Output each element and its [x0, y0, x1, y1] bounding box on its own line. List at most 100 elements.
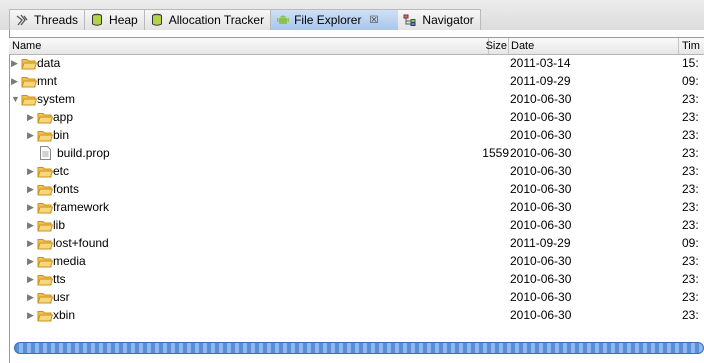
item-name: usr	[53, 290, 70, 304]
android-icon	[276, 13, 290, 27]
item-name: lib	[53, 218, 66, 232]
column-date-header[interactable]: Date	[511, 40, 534, 52]
item-date: 2010-06-30	[510, 92, 572, 106]
tab-navigator[interactable]: Navigator	[398, 10, 481, 30]
file-tree: ▶ data 2011-03-14 15: ▶ mnt 2011-09-29 09: ▼ syst…	[9, 54, 704, 324]
expand-arrow-icon[interactable]: ▶	[11, 54, 18, 72]
item-name: bin	[53, 128, 70, 142]
item-name: tts	[53, 272, 66, 286]
item-time: 23:	[682, 218, 699, 232]
item-date: 2010-06-30	[510, 200, 572, 214]
item-time: 23:	[682, 272, 699, 286]
expand-arrow-icon[interactable]: ▶	[27, 234, 34, 252]
item-name: lost+found	[53, 236, 109, 250]
expand-arrow-icon[interactable]: ▶	[27, 270, 34, 288]
tree-row[interactable]: ▶ etc 2010-06-30 23:	[9, 162, 704, 180]
tree-row[interactable]: ▶ usr 2010-06-30 23:	[9, 288, 704, 306]
item-time: 23:	[682, 110, 699, 124]
column-size-header[interactable]: Size	[484, 40, 507, 52]
item-time: 23:	[682, 164, 699, 178]
threads-icon	[15, 13, 29, 27]
item-name: app	[53, 110, 74, 124]
item-time: 23:	[682, 254, 699, 268]
column-separator[interactable]	[678, 38, 679, 54]
tab-label: File Explorer	[294, 13, 362, 27]
tree-row[interactable]: ▶ lib 2010-06-30 23:	[9, 216, 704, 234]
expand-arrow-icon[interactable]: ▶	[27, 108, 34, 126]
tree-row[interactable]: ▶ tts 2010-06-30 23:	[9, 270, 704, 288]
tree-row[interactable]: ▶ framework 2010-06-30 23:	[9, 198, 704, 216]
expand-arrow-icon[interactable]: ▶	[27, 306, 34, 324]
item-time: 23:	[682, 146, 699, 160]
item-date: 2010-06-30	[510, 128, 572, 142]
item-date: 2011-09-29	[510, 74, 571, 88]
item-name: xbin	[53, 308, 76, 322]
item-name: fonts	[53, 182, 80, 196]
tab-bar: Threads Heap Allocation Tracker File Explor…	[0, 0, 704, 30]
tree-row[interactable]: ▶ mnt 2011-09-29 09:	[9, 72, 704, 90]
expand-arrow-icon[interactable]: ▶	[27, 162, 34, 180]
item-date: 2010-06-30	[510, 308, 572, 322]
horizontal-scrollbar[interactable]	[14, 342, 704, 354]
item-time: 23:	[682, 128, 699, 142]
heap-icon	[90, 13, 104, 27]
tab-label: Navigator	[422, 13, 474, 27]
tree-row[interactable]: ▶ fonts 2010-06-30 23:	[9, 180, 704, 198]
item-time: 23:	[682, 182, 699, 196]
tree-row[interactable]: build.prop 1559 2010-06-30 23:	[9, 144, 704, 162]
column-header: Name Size Date Tim	[9, 37, 704, 55]
tab-allocation-tracker[interactable]: Allocation Tracker	[144, 10, 272, 30]
folder-icon	[37, 309, 54, 327]
collapse-arrow-icon[interactable]: ▼	[11, 90, 20, 108]
item-name: mnt	[37, 74, 58, 88]
tree-row[interactable]: ▶ xbin 2010-06-30 23:	[9, 306, 704, 324]
tab-label: Heap	[109, 13, 138, 27]
item-name: media	[53, 254, 86, 268]
expand-arrow-icon[interactable]: ▶	[27, 288, 34, 306]
item-date: 2010-06-30	[510, 272, 572, 286]
tab-label: Threads	[34, 13, 79, 27]
expand-arrow-icon[interactable]: ▶	[27, 198, 34, 216]
item-date: 2010-06-30	[510, 290, 572, 304]
item-name: build.prop	[57, 146, 110, 160]
tree-row[interactable]: ▶ data 2011-03-14 15:	[9, 54, 704, 72]
item-name: data	[37, 56, 61, 70]
item-time: 23:	[682, 92, 699, 106]
item-time: 15:	[682, 56, 699, 70]
tab-file-explorer[interactable]: File Explorer ☒	[271, 10, 399, 30]
expand-arrow-icon[interactable]: ▶	[27, 216, 34, 234]
item-name: framework	[53, 200, 110, 214]
column-time-header[interactable]: Tim	[682, 40, 700, 52]
item-time: 09:	[682, 236, 699, 250]
expand-arrow-icon[interactable]: ▶	[27, 180, 34, 198]
item-time: 23:	[682, 308, 699, 322]
item-date: 2010-06-30	[510, 146, 572, 160]
item-name: system	[37, 92, 76, 106]
expand-arrow-icon[interactable]: ▶	[27, 126, 34, 144]
allocation-icon	[150, 13, 164, 27]
item-date: 2010-06-30	[510, 110, 572, 124]
item-time: 09:	[682, 74, 699, 88]
tab-heap[interactable]: Heap	[85, 10, 145, 30]
item-time: 23:	[682, 200, 699, 214]
navigator-icon	[403, 13, 417, 27]
item-name: etc	[53, 164, 70, 178]
expand-arrow-icon[interactable]: ▶	[27, 252, 34, 270]
tree-row[interactable]: ▶ media 2010-06-30 23:	[9, 252, 704, 270]
tab-label: Allocation Tracker	[168, 13, 265, 27]
item-date: 2011-09-29	[510, 236, 571, 250]
item-date: 2010-06-30	[510, 218, 572, 232]
tree-row[interactable]: ▶ bin 2010-06-30 23:	[9, 126, 704, 144]
item-size: 1559	[482, 146, 509, 160]
column-name-header[interactable]: Name	[12, 40, 41, 52]
column-separator[interactable]	[508, 38, 509, 54]
expand-arrow-icon[interactable]: ▶	[11, 72, 18, 90]
item-date: 2010-06-30	[510, 254, 572, 268]
tree-row[interactable]: ▼ system 2010-06-30 23:	[9, 90, 704, 108]
file-explorer-window: Threads Heap Allocation Tracker File Explor…	[0, 0, 704, 363]
tab-threads[interactable]: Threads	[9, 10, 86, 30]
tree-row[interactable]: ▶ lost+found 2011-09-29 09:	[9, 234, 704, 252]
tree-row[interactable]: ▶ app 2010-06-30 23:	[9, 108, 704, 126]
item-date: 2010-06-30	[510, 182, 572, 196]
close-icon[interactable]: ☒	[369, 15, 378, 26]
